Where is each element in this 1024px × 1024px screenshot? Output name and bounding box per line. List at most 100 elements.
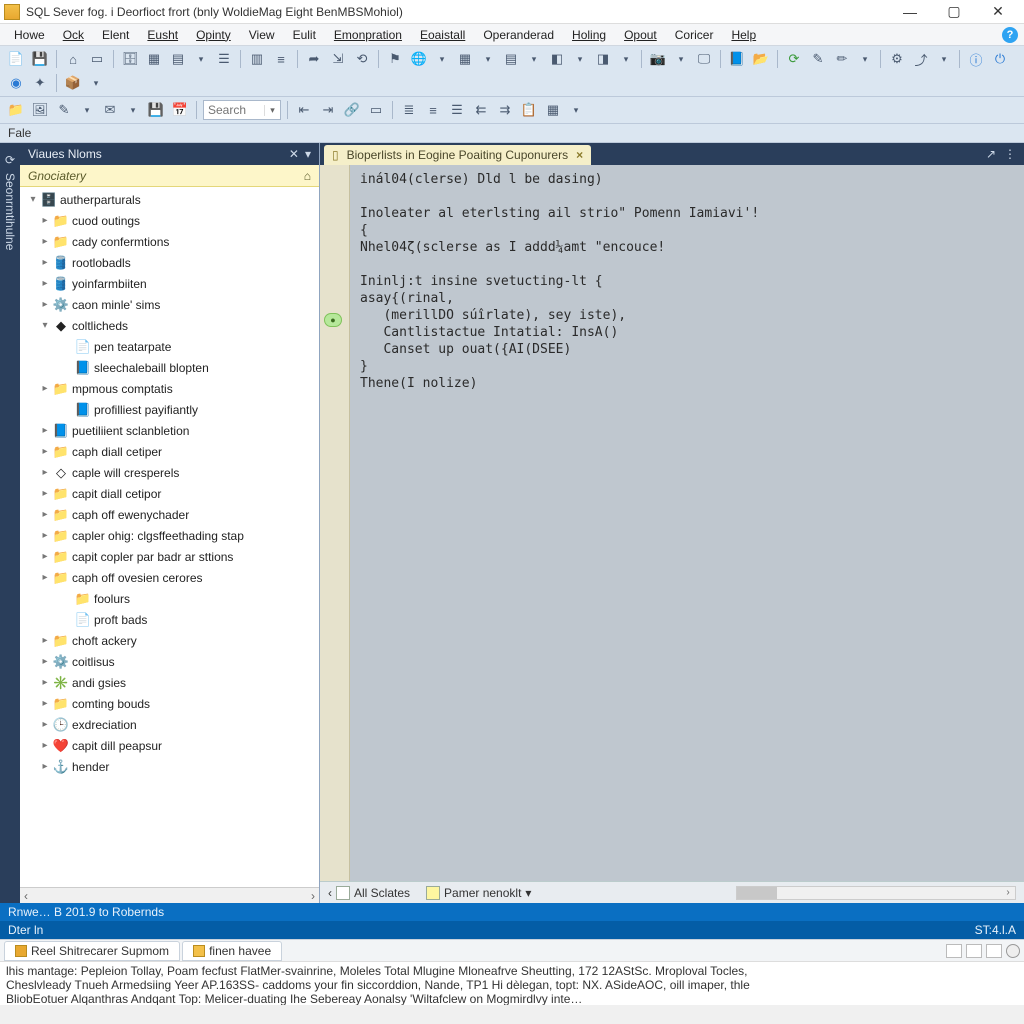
tree-arrow-icon[interactable]: ▾ bbox=[26, 194, 40, 205]
bottom-left-selector[interactable]: ‹ All Sclates bbox=[328, 886, 410, 900]
menu-view[interactable]: View bbox=[241, 26, 283, 44]
tree-item[interactable]: ▸⚓hender bbox=[20, 756, 319, 777]
tree-arrow-icon[interactable]: ▸ bbox=[38, 677, 52, 688]
tree-item[interactable]: 📘profilliest payifiantly bbox=[20, 399, 319, 420]
left-rail[interactable]: ⟳ Seonrmtihulne bbox=[0, 143, 20, 903]
scroll-left-icon[interactable]: ‹ bbox=[24, 889, 28, 903]
tree-arrow-icon[interactable]: ▸ bbox=[38, 236, 52, 247]
form-dropdown-icon[interactable]: ▾ bbox=[525, 49, 543, 69]
edit-icon[interactable]: ✎ bbox=[808, 49, 828, 69]
folder-icon[interactable]: 📁 bbox=[6, 100, 26, 120]
grid2-icon[interactable]: ▦ bbox=[543, 100, 563, 120]
tree-item[interactable]: ▸✳️andi gsies bbox=[20, 672, 319, 693]
clipboard-icon[interactable]: 📋 bbox=[519, 100, 539, 120]
upload-dropdown-icon[interactable]: ▾ bbox=[935, 49, 953, 69]
grid-icon[interactable]: ▤ bbox=[168, 49, 188, 69]
bottom-right-selector[interactable]: Pamer nenoklt ▾ bbox=[426, 886, 531, 900]
align-left-icon[interactable]: ≣ bbox=[399, 100, 419, 120]
tab-close-icon[interactable]: × bbox=[576, 148, 583, 162]
tree-item[interactable]: 📁foolurs bbox=[20, 588, 319, 609]
sheet-icon[interactable]: ▦ bbox=[455, 49, 475, 69]
sidebar-filter-home-icon[interactable]: ⌂ bbox=[304, 169, 311, 183]
tree-arrow-icon[interactable]: ▸ bbox=[38, 761, 52, 772]
maximize-button[interactable]: ▢ bbox=[932, 1, 976, 23]
tree-item[interactable]: ▸🕒exdreciation bbox=[20, 714, 319, 735]
bottom-layout3-icon[interactable] bbox=[986, 944, 1002, 958]
form-icon[interactable]: ▤ bbox=[501, 49, 521, 69]
search-box[interactable]: ▾ bbox=[203, 100, 281, 120]
bottom-layout1-icon[interactable] bbox=[946, 944, 962, 958]
tree-item[interactable]: ▸📁comting bouds bbox=[20, 693, 319, 714]
tree-item[interactable]: ▸🛢️yoinfarmbiiten bbox=[20, 273, 319, 294]
menu-ock[interactable]: Ock bbox=[55, 26, 92, 44]
grid2-dropdown-icon[interactable]: ▾ bbox=[567, 100, 585, 120]
tree-arrow-icon[interactable]: ▸ bbox=[38, 551, 52, 562]
tree-item[interactable]: ▸📁choft ackery bbox=[20, 630, 319, 651]
report-dropdown-icon[interactable]: ▾ bbox=[571, 49, 589, 69]
tree-item[interactable]: ▸🛢️rootlobadls bbox=[20, 252, 319, 273]
wand-icon[interactable]: ✦ bbox=[30, 73, 50, 93]
import-icon[interactable]: ⇲ bbox=[328, 49, 348, 69]
mail-dropdown-icon[interactable]: ▾ bbox=[124, 100, 142, 120]
page-icon[interactable]: ▥ bbox=[247, 49, 267, 69]
menu-opinty[interactable]: Opinty bbox=[188, 26, 239, 44]
menu-holing[interactable]: Holing bbox=[564, 26, 614, 44]
menu-emonpration[interactable]: Emonpration bbox=[326, 26, 410, 44]
screen2-icon[interactable]: ▭ bbox=[366, 100, 386, 120]
left-rail-refresh-icon[interactable]: ⟳ bbox=[5, 153, 15, 167]
tree-item[interactable]: ▸❤️capit dill peapsur bbox=[20, 735, 319, 756]
tree-arrow-icon[interactable]: ▸ bbox=[38, 257, 52, 268]
help-icon[interactable]: ? bbox=[1002, 27, 1018, 43]
book-icon[interactable]: 📘 bbox=[727, 49, 747, 69]
pencil-dropdown-icon[interactable]: ▾ bbox=[856, 49, 874, 69]
tree-item[interactable]: 📄pen teatarpate bbox=[20, 336, 319, 357]
globe-icon[interactable]: 🌐 bbox=[409, 49, 429, 69]
pic-icon[interactable]: 🖼 bbox=[30, 100, 50, 120]
db-icon[interactable]: 🗄 bbox=[120, 49, 140, 69]
tree-item[interactable]: 📄proft bads bbox=[20, 609, 319, 630]
new-icon[interactable]: 📄 bbox=[6, 49, 26, 69]
scroll-right-icon[interactable]: › bbox=[311, 889, 315, 903]
tree-arrow-icon[interactable]: ▸ bbox=[38, 299, 52, 310]
chart-icon[interactable]: ◨ bbox=[593, 49, 613, 69]
camera-dropdown-icon[interactable]: ▾ bbox=[672, 49, 690, 69]
disk-icon[interactable]: 💾 bbox=[146, 100, 166, 120]
folder-open-icon[interactable]: 📂 bbox=[751, 49, 771, 69]
tree-arrow-icon[interactable]: ▸ bbox=[38, 509, 52, 520]
menu-opout[interactable]: Opout bbox=[616, 26, 665, 44]
upload-icon[interactable]: ⤴ bbox=[911, 49, 931, 69]
mail-icon[interactable]: ✉ bbox=[100, 100, 120, 120]
pen2-icon[interactable]: ✎ bbox=[54, 100, 74, 120]
sidebar-scrollbar[interactable]: ‹ › bbox=[20, 887, 319, 903]
chevron-down-icon[interactable]: ▾ bbox=[525, 886, 531, 900]
help-blue-icon[interactable]: ◉ bbox=[6, 73, 26, 93]
tree-arrow-icon[interactable]: ▸ bbox=[38, 719, 52, 730]
sidebar-filter[interactable]: Gnociatery ⌂ bbox=[20, 165, 319, 187]
tree-arrow-icon[interactable]: ▸ bbox=[38, 467, 52, 478]
indent-left-icon[interactable]: ⇤ bbox=[294, 100, 314, 120]
sync-icon[interactable]: ⟲ bbox=[352, 49, 372, 69]
bottom-layout2-icon[interactable] bbox=[966, 944, 982, 958]
hscroll-right-icon[interactable]: › bbox=[1001, 887, 1015, 899]
tree-arrow-icon[interactable]: ▸ bbox=[38, 278, 52, 289]
align-icon[interactable]: ≡ bbox=[271, 49, 291, 69]
pencil-icon[interactable]: ✏ bbox=[832, 49, 852, 69]
tree-arrow-icon[interactable]: ▸ bbox=[38, 446, 52, 457]
grid-dropdown-icon[interactable]: ▾ bbox=[192, 49, 210, 69]
tree-arrow-icon[interactable]: ▸ bbox=[38, 740, 52, 751]
info-blue-icon[interactable]: ⓘ bbox=[966, 49, 986, 69]
tree-item[interactable]: ▸📁capit copler par badr ar sttions bbox=[20, 546, 319, 567]
tree-item[interactable]: ▸📁caph diall cetiper bbox=[20, 441, 319, 462]
tree-arrow-icon[interactable]: ▸ bbox=[38, 572, 52, 583]
tree-arrow-icon[interactable]: ▸ bbox=[38, 488, 52, 499]
indent-right-icon[interactable]: ⇥ bbox=[318, 100, 338, 120]
tree-item[interactable]: ▸📁cady confermtions bbox=[20, 231, 319, 252]
tree-item[interactable]: ▸⚙️coitlisus bbox=[20, 651, 319, 672]
package-icon[interactable]: 📦 bbox=[63, 73, 83, 93]
menu-eoaistall[interactable]: Eoaistall bbox=[412, 26, 473, 44]
tree-arrow-icon[interactable]: ▸ bbox=[38, 656, 52, 667]
tree-item[interactable]: ▾🗄️autherparturals bbox=[20, 189, 319, 210]
menu-eusht[interactable]: Eusht bbox=[139, 26, 186, 44]
refresh-green-icon[interactable]: ⟳ bbox=[784, 49, 804, 69]
bottom-status-icon[interactable] bbox=[1006, 944, 1020, 958]
